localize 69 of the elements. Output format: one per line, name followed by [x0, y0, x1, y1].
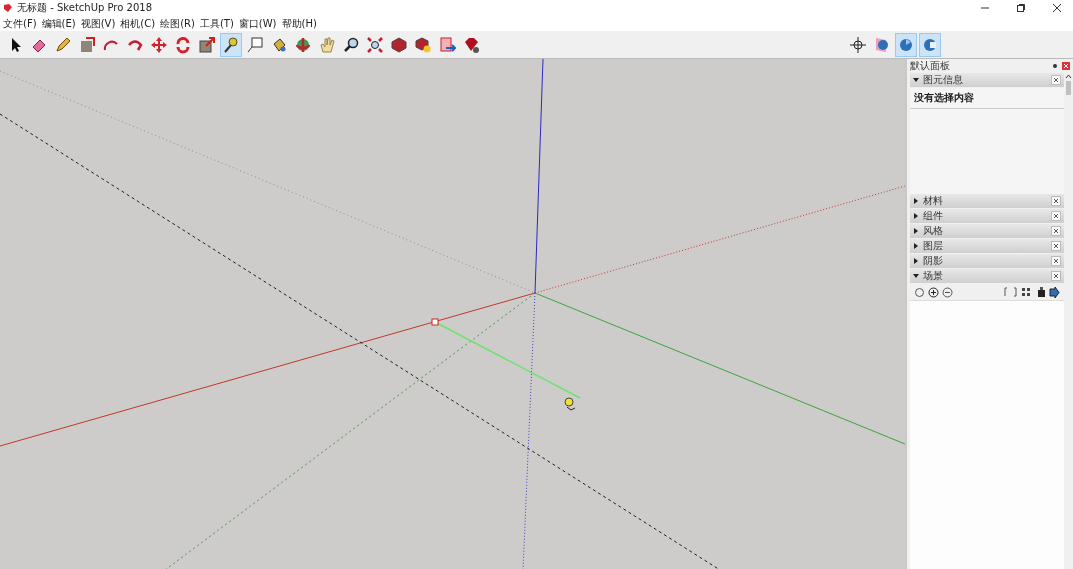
- caret-icon: [913, 228, 919, 234]
- section-title: 阴影: [923, 254, 944, 268]
- add-icon[interactable]: [928, 286, 939, 298]
- document-arrow-icon: [438, 35, 456, 54]
- orbit-icon: [294, 35, 312, 54]
- caret-icon: [913, 213, 919, 219]
- scale-icon: [198, 35, 216, 54]
- window-title: 无标题 - SketchUp Pro 2018: [17, 1, 153, 15]
- menu-item[interactable]: 视图(V): [80, 16, 116, 31]
- tape-measure-cursor-icon: [562, 396, 578, 412]
- close-icon[interactable]: [1051, 75, 1061, 85]
- pin-icon[interactable]: [1052, 63, 1058, 69]
- caret-icon: [913, 258, 919, 264]
- rotate-icon: [174, 35, 192, 54]
- close-icon[interactable]: [1051, 241, 1061, 251]
- tape-measure-icon: [222, 35, 240, 54]
- close-icon[interactable]: [1052, 3, 1062, 13]
- box-icon: [78, 35, 96, 54]
- gem-icon: [462, 35, 480, 54]
- section-title: 图元信息: [923, 73, 964, 87]
- section-title: 材料: [923, 194, 944, 208]
- section-header[interactable]: 材料: [910, 194, 1064, 208]
- app-logo-icon: [3, 3, 13, 13]
- menu-item[interactable]: 工具(T): [199, 16, 234, 31]
- menu-item[interactable]: 相机(C): [120, 16, 156, 31]
- scroll-thumb[interactable]: [1066, 81, 1071, 95]
- forward-icon[interactable]: [1049, 286, 1060, 298]
- caret-icon: [913, 243, 919, 249]
- caret-icon: [913, 77, 919, 83]
- remove-icon[interactable]: [942, 286, 953, 298]
- menu-item[interactable]: 帮助(H): [281, 16, 317, 31]
- move-down-icon[interactable]: [1012, 287, 1018, 297]
- cube-icon: [390, 35, 408, 54]
- menu-item[interactable]: 文件(F): [3, 16, 37, 31]
- panel-title: 默认面板: [910, 59, 951, 73]
- zoom-extents-icon: [366, 35, 384, 54]
- move-icon: [150, 35, 168, 54]
- close-icon[interactable]: [1051, 211, 1061, 221]
- section-title: 场景: [923, 269, 944, 283]
- restore-icon[interactable]: [1016, 3, 1026, 13]
- section-title: 组件: [923, 209, 944, 223]
- section-header[interactable]: 组件: [910, 209, 1064, 223]
- cube-share-icon: [414, 35, 432, 54]
- caret-icon: [913, 273, 919, 279]
- menu-item[interactable]: 绘图(R): [160, 16, 195, 31]
- details-icon[interactable]: [1037, 286, 1046, 298]
- menu-item[interactable]: 编辑(E): [41, 16, 76, 31]
- close-icon[interactable]: [1051, 196, 1061, 206]
- zoom-icon: [342, 35, 360, 54]
- section-header[interactable]: 图元信息: [910, 73, 1064, 87]
- close-icon[interactable]: [1051, 271, 1061, 281]
- menu-item[interactable]: 窗口(W): [238, 16, 277, 31]
- section-header[interactable]: 阴影: [910, 254, 1064, 268]
- text-label-icon: [246, 35, 264, 54]
- close-icon[interactable]: [1051, 256, 1061, 266]
- caret-icon: [913, 198, 919, 204]
- scroll-up-icon[interactable]: [1065, 73, 1072, 79]
- axes-icon: [849, 35, 867, 54]
- section-title: 图层: [923, 239, 944, 253]
- hand-icon: [318, 35, 336, 54]
- section-title: 风格: [923, 224, 944, 238]
- section-header[interactable]: 图层: [910, 239, 1064, 253]
- section-header[interactable]: 风格: [910, 224, 1064, 238]
- close-icon[interactable]: [1051, 226, 1061, 236]
- pencil-icon: [54, 35, 72, 54]
- section-plane-icon: [873, 35, 891, 54]
- tool-button[interactable]: [220, 32, 242, 57]
- section-header[interactable]: 场景: [910, 269, 1064, 283]
- refresh-icon[interactable]: [914, 286, 925, 298]
